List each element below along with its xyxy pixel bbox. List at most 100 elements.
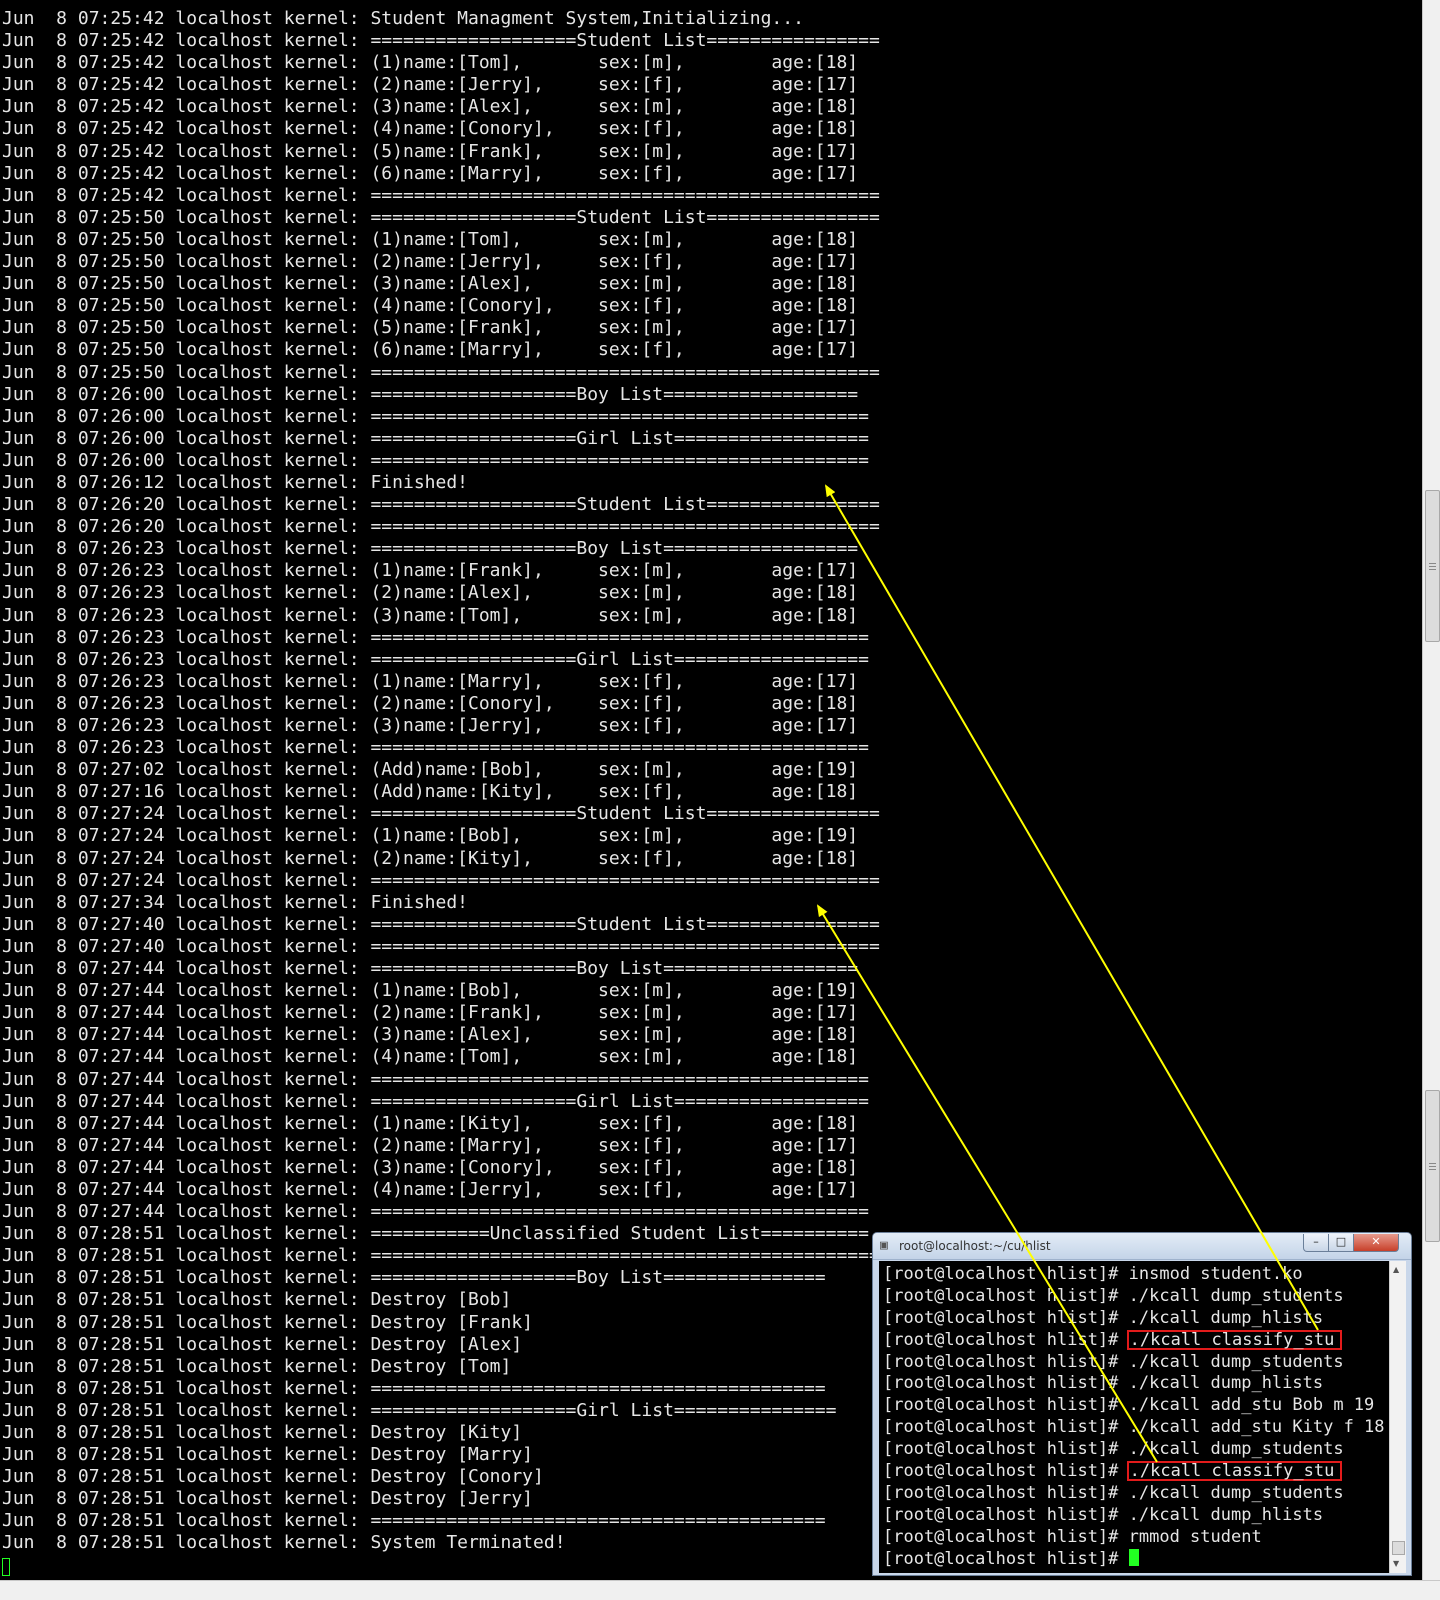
command-line: [root@localhost hlist]# ./kcall classify…: [883, 1329, 1385, 1352]
log-prefix: Jun 8 07:26:23 localhost kernel:: [2, 692, 371, 714]
log-message: (4)name:[Tom], sex:[m], age:[18]: [370, 1046, 859, 1068]
minimize-icon: –: [1313, 1235, 1319, 1248]
log-message: (1)name:[Bob], sex:[m], age:[19]: [370, 980, 859, 1002]
command-line: [root@localhost hlist]# rmmod student: [883, 1527, 1385, 1549]
log-line: Jun 8 07:26:23 localhost kernel: =======…: [2, 649, 880, 671]
command-text: rmmod student: [1128, 1526, 1262, 1547]
log-message: ===================Girl List============…: [370, 1399, 837, 1421]
main-terminal-scrollbar[interactable]: [1422, 0, 1440, 1580]
scroll-down-icon[interactable]: ▼: [1393, 1559, 1399, 1568]
command-text: ./kcall dump_students: [1128, 1285, 1344, 1306]
command-text: ./kcall add_stu Kity f 18: [1128, 1417, 1385, 1438]
log-prefix: Jun 8 07:25:42 localhost kernel:: [2, 184, 371, 206]
main-horizontal-scrollbar[interactable]: [0, 1580, 1440, 1600]
maximize-icon: □: [1335, 1235, 1347, 1248]
log-line: Jun 8 07:25:50 localhost kernel: (5)name…: [2, 317, 880, 339]
log-prefix: Jun 8 07:25:42 localhost kernel:: [2, 118, 371, 140]
close-button[interactable]: ✕: [1353, 1234, 1399, 1252]
putty-window[interactable]: ▣ root@localhost:~/cu/hlist – □ ✕ [root@…: [872, 1232, 1412, 1576]
log-message: (5)name:[Frank], sex:[m], age:[17]: [370, 140, 859, 162]
main-scroll-thumb-secondary[interactable]: [1425, 1090, 1440, 1242]
window-titlebar[interactable]: ▣ root@localhost:~/cu/hlist – □ ✕: [873, 1233, 1411, 1260]
minimize-button[interactable]: –: [1303, 1234, 1329, 1252]
log-line: Jun 8 07:26:23 localhost kernel: (1)name…: [2, 671, 880, 693]
log-message: (1)name:[Marry], sex:[f], age:[17]: [370, 670, 859, 692]
log-message: (6)name:[Marry], sex:[f], age:[17]: [370, 339, 859, 361]
log-line: Jun 8 07:28:51 localhost kernel: =======…: [2, 1245, 880, 1267]
putty-scroll-thumb[interactable]: [1392, 1541, 1405, 1555]
log-output: Jun 8 07:25:42 localhost kernel: Student…: [2, 8, 880, 1555]
log-message: (4)name:[Jerry], sex:[f], age:[17]: [370, 1178, 859, 1200]
log-message: ========================================…: [370, 737, 869, 759]
command-line: [root@localhost hlist]# insmod student.k…: [883, 1264, 1385, 1286]
log-prefix: Jun 8 07:27:24 localhost kernel:: [2, 869, 371, 891]
log-line: Jun 8 07:28:51 localhost kernel: Destroy…: [2, 1334, 880, 1356]
command-line: [root@localhost hlist]# ./kcall dump_stu…: [883, 1286, 1385, 1308]
log-prefix: Jun 8 07:25:42 localhost kernel:: [2, 30, 371, 52]
log-message: (3)name:[Jerry], sex:[f], age:[17]: [370, 715, 859, 736]
log-prefix: Jun 8 07:25:50 localhost kernel:: [2, 339, 371, 361]
window-title: root@localhost:~/cu/hlist: [899, 1239, 1051, 1253]
scroll-up-icon[interactable]: ▲: [1393, 1265, 1399, 1274]
log-line: Jun 8 07:28:51 localhost kernel: Destroy…: [2, 1444, 880, 1466]
log-prefix: Jun 8 07:27:44 localhost kernel:: [2, 1046, 371, 1068]
log-prefix: Jun 8 07:28:51 localhost kernel:: [2, 1289, 371, 1311]
log-prefix: Jun 8 07:27:44 localhost kernel:: [2, 1178, 371, 1200]
command-line: [root@localhost hlist]# ./kcall dump_stu…: [883, 1483, 1385, 1505]
highlighted-command: ./kcall classify_stu: [1126, 1329, 1343, 1350]
log-line: Jun 8 07:27:44 localhost kernel: (3)name…: [2, 1024, 880, 1046]
log-line: Jun 8 07:25:50 localhost kernel: =======…: [2, 207, 880, 229]
log-line: Jun 8 07:28:51 localhost kernel: Destroy…: [2, 1422, 880, 1444]
log-line: Jun 8 07:26:23 localhost kernel: (1)name…: [2, 560, 880, 582]
log-message: Destroy [Jerry]: [370, 1488, 534, 1510]
log-prefix: Jun 8 07:27:24 localhost kernel:: [2, 803, 371, 825]
log-message: (2)name:[Alex], sex:[m], age:[18]: [370, 582, 859, 604]
log-line: Jun 8 07:26:23 localhost kernel: =======…: [2, 737, 880, 759]
log-line: Jun 8 07:25:42 localhost kernel: (5)name…: [2, 141, 880, 163]
log-message: ========================================…: [370, 516, 880, 538]
putty-scrollbar[interactable]: ▲ ▼: [1389, 1261, 1406, 1573]
log-line: Jun 8 07:27:40 localhost kernel: =======…: [2, 914, 880, 936]
log-prefix: Jun 8 07:26:23 localhost kernel:: [2, 582, 371, 604]
putty-terminal[interactable]: [root@localhost hlist]# insmod student.k…: [879, 1261, 1389, 1573]
log-line: Jun 8 07:27:44 localhost kernel: (4)name…: [2, 1179, 880, 1201]
log-prefix: Jun 8 07:28:51 localhost kernel:: [2, 1333, 371, 1355]
log-prefix: Jun 8 07:28:51 localhost kernel:: [2, 1488, 371, 1510]
shell-prompt: [root@localhost hlist]#: [883, 1373, 1129, 1394]
log-message: ========================================…: [370, 935, 880, 957]
log-line: Jun 8 07:27:44 localhost kernel: (2)name…: [2, 1135, 880, 1157]
command-text: ./kcall dump_students: [1128, 1351, 1344, 1372]
maximize-button[interactable]: □: [1328, 1234, 1354, 1252]
log-line: Jun 8 07:25:50 localhost kernel: (4)name…: [2, 295, 880, 317]
shell-prompt: [root@localhost hlist]#: [883, 1548, 1129, 1569]
log-message: (3)name:[Alex], sex:[m], age:[18]: [370, 1024, 859, 1046]
main-scroll-thumb[interactable]: [1425, 490, 1440, 642]
log-message: (3)name:[Tom], sex:[m], age:[18]: [370, 604, 859, 626]
log-prefix: Jun 8 07:27:44 localhost kernel:: [2, 1068, 371, 1090]
log-prefix: Jun 8 07:28:51 localhost kernel:: [2, 1532, 371, 1554]
log-message: (2)name:[Jerry], sex:[f], age:[17]: [370, 74, 859, 96]
log-prefix: Jun 8 07:25:50 localhost kernel:: [2, 228, 371, 250]
log-prefix: Jun 8 07:25:50 localhost kernel:: [2, 317, 371, 339]
log-line: Jun 8 07:26:00 localhost kernel: =======…: [2, 384, 880, 406]
log-line: Jun 8 07:27:16 localhost kernel: (Add)na…: [2, 781, 880, 803]
log-prefix: Jun 8 07:27:40 localhost kernel:: [2, 913, 371, 935]
log-prefix: Jun 8 07:28:51 localhost kernel:: [2, 1422, 371, 1443]
command-text: insmod student.ko: [1128, 1264, 1303, 1284]
shell-prompt: [root@localhost hlist]#: [883, 1504, 1129, 1525]
log-prefix: Jun 8 07:28:51 localhost kernel:: [2, 1444, 371, 1466]
log-line: Jun 8 07:27:24 localhost kernel: (1)name…: [2, 825, 880, 847]
command-line: [root@localhost hlist]# ./kcall dump_hli…: [883, 1505, 1385, 1527]
log-prefix: Jun 8 07:27:44 localhost kernel:: [2, 1002, 371, 1024]
log-message: Destroy [Conory]: [370, 1466, 544, 1488]
log-line: Jun 8 07:27:44 localhost kernel: (1)name…: [2, 1113, 880, 1135]
log-prefix: Jun 8 07:25:42 localhost kernel:: [2, 162, 371, 184]
log-line: Jun 8 07:28:51 localhost kernel: Destroy…: [2, 1312, 880, 1334]
log-prefix: Jun 8 07:26:23 localhost kernel:: [2, 670, 371, 692]
log-line: Jun 8 07:27:44 localhost kernel: =======…: [2, 1201, 880, 1223]
log-prefix: Jun 8 07:28:51 localhost kernel:: [2, 1399, 371, 1421]
log-message: (4)name:[Conory], sex:[f], age:[18]: [370, 295, 859, 317]
log-prefix: Jun 8 07:25:50 localhost kernel:: [2, 295, 371, 317]
putty-icon[interactable]: ▣: [880, 1239, 888, 1253]
log-message: ========================================…: [370, 1245, 880, 1267]
